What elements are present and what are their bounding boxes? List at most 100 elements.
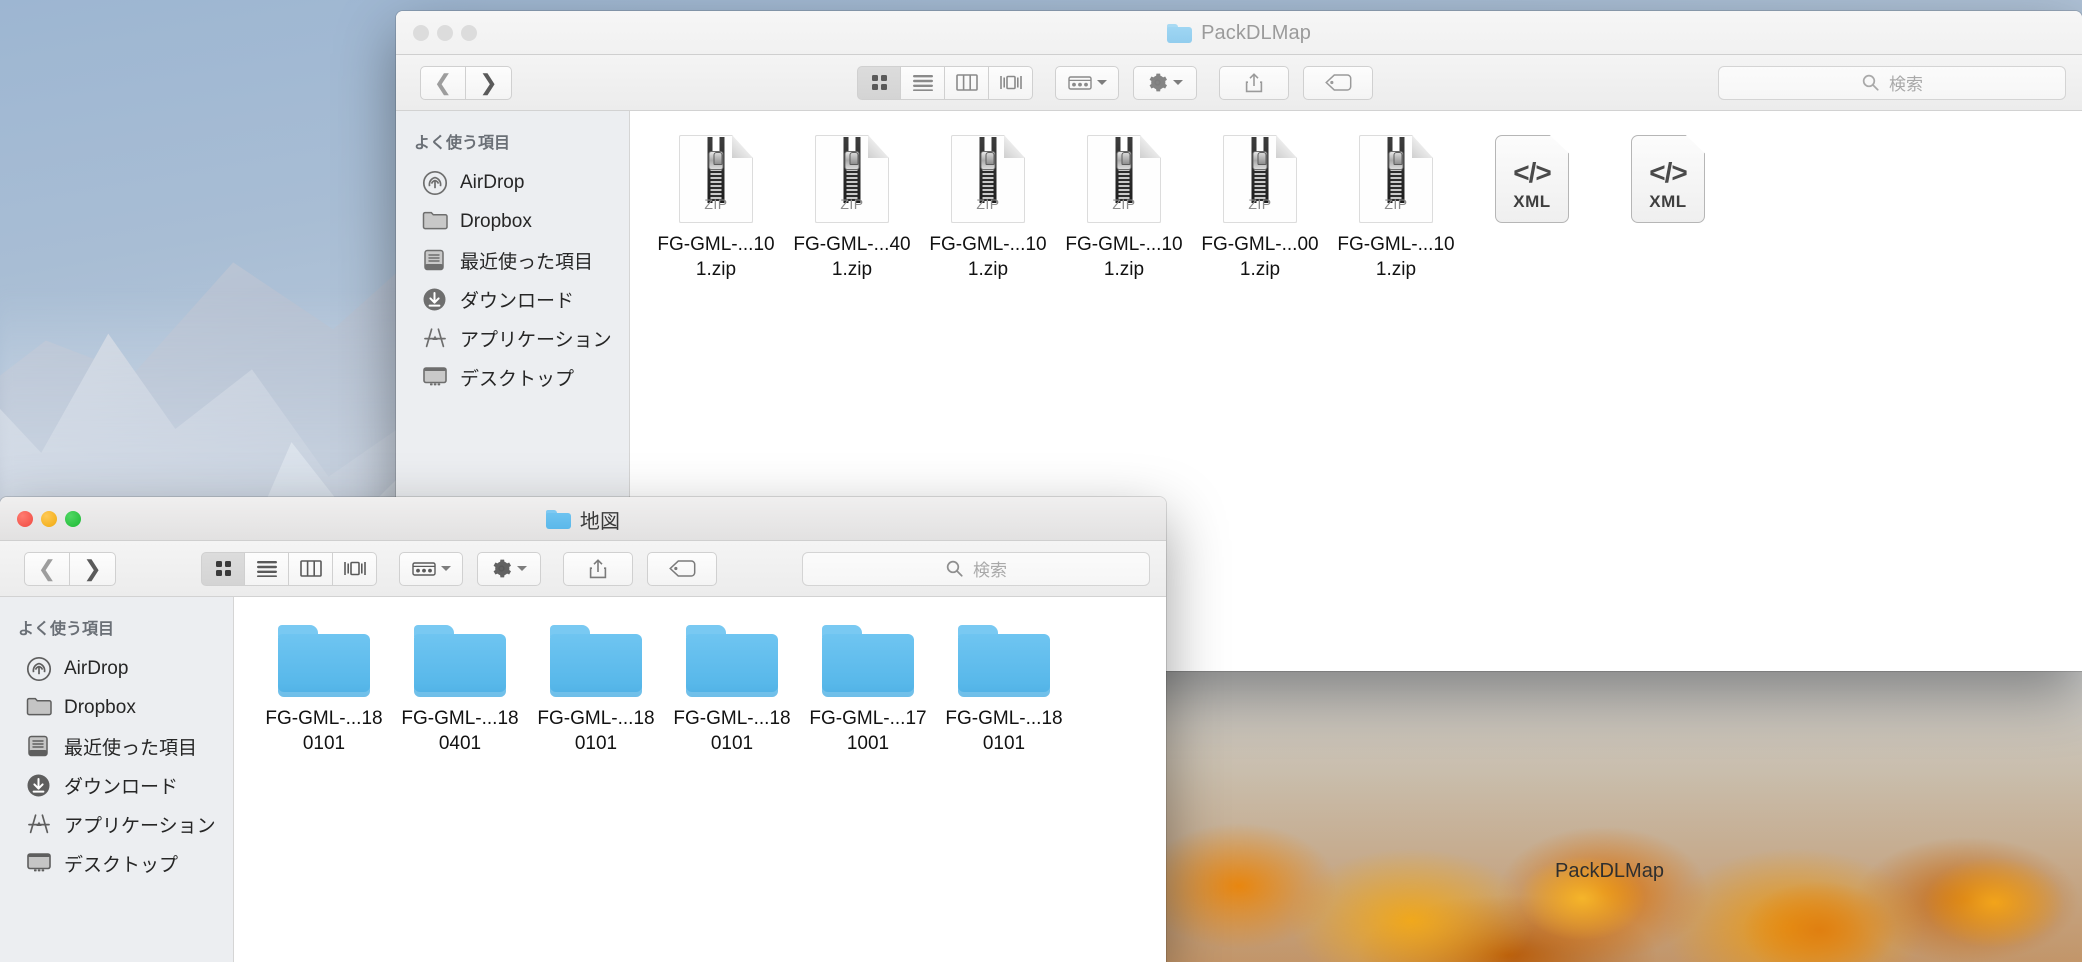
file-name-label: FG-GML-...401.zip bbox=[793, 234, 911, 281]
desktop-icon bbox=[26, 851, 52, 877]
desktop-icon bbox=[422, 365, 448, 391]
view-mode-segmented-control-front[interactable] bbox=[201, 551, 377, 586]
file-item[interactable]: ZIP FG-GML-...401.zip bbox=[784, 135, 920, 282]
desktop-item-label: PackDLMap bbox=[1555, 860, 1664, 882]
sidebar-item-desktop[interactable]: デスクトップ bbox=[396, 358, 629, 397]
sidebar-item-label: AirDrop bbox=[460, 171, 525, 193]
sidebar-item-airdrop[interactable]: AirDrop bbox=[396, 163, 629, 202]
zip-file-icon: ZIP bbox=[951, 135, 1025, 223]
view-mode-segmented-control-back[interactable] bbox=[857, 65, 1033, 100]
column-view-button[interactable] bbox=[289, 551, 333, 586]
sidebar-item-applications[interactable]: アプリケーション bbox=[396, 319, 629, 358]
folder-icon bbox=[550, 625, 642, 697]
folder-item[interactable]: FG-GML-...171001 bbox=[800, 625, 936, 756]
sidebar-item-label: 最近使った項目 bbox=[64, 738, 198, 759]
finder-window-chizu[interactable]: 地図 ❮ ❯ 検索 よく使う項目 AirDrop Dropbox 最近使った項目… bbox=[0, 497, 1166, 962]
file-item[interactable]: ZIP FG-GML-...001.zip bbox=[1192, 135, 1328, 282]
column-view-button[interactable] bbox=[945, 65, 989, 100]
airdrop-icon bbox=[26, 656, 52, 682]
share-button[interactable] bbox=[1219, 65, 1289, 100]
folder-item[interactable]: FG-GML-...180101 bbox=[256, 625, 392, 756]
sidebar-item-recents[interactable]: 最近使った項目 bbox=[0, 727, 233, 766]
list-view-button[interactable] bbox=[245, 551, 289, 586]
sidebar-item-downloads[interactable]: ダウンロード bbox=[0, 766, 233, 805]
chevron-down-icon bbox=[1096, 80, 1107, 85]
sidebar-item-label: ダウンロード bbox=[460, 291, 575, 312]
applications-icon bbox=[422, 326, 448, 352]
sidebar-item-dropbox[interactable]: Dropbox bbox=[396, 202, 629, 241]
forward-button[interactable]: ❯ bbox=[466, 65, 512, 100]
share-button[interactable] bbox=[563, 551, 633, 586]
coverflow-view-button[interactable] bbox=[333, 551, 377, 586]
zip-file-icon: ZIP bbox=[1359, 135, 1433, 223]
sidebar-item-desktop[interactable]: デスクトップ bbox=[0, 844, 233, 883]
action-menu-button[interactable] bbox=[1133, 65, 1197, 100]
sidebar-item-recents[interactable]: 最近使った項目 bbox=[396, 241, 629, 280]
sidebar-item-label: デスクトップ bbox=[460, 369, 575, 390]
titlebar-back[interactable]: PackDLMap bbox=[396, 11, 2082, 55]
sidebar-item-label: AirDrop bbox=[64, 657, 129, 679]
search-icon bbox=[1862, 74, 1879, 91]
search-placeholder: 検索 bbox=[1889, 75, 1923, 94]
folder-item[interactable]: FG-GML-...180401 bbox=[392, 625, 528, 756]
titlebar-front[interactable]: 地図 bbox=[0, 497, 1166, 541]
sidebar-item-applications[interactable]: アプリケーション bbox=[0, 805, 233, 844]
back-button[interactable]: ❮ bbox=[24, 551, 70, 586]
navigation-group-front[interactable]: ❮ ❯ bbox=[24, 551, 116, 586]
sidebar-item-label: アプリケーション bbox=[64, 816, 216, 837]
window-title-back: PackDLMap bbox=[396, 11, 2082, 55]
recents-icon bbox=[422, 248, 448, 274]
file-item[interactable]: ZIP FG-GML-...101.zip bbox=[1056, 135, 1192, 282]
code-glyph: </> bbox=[1513, 157, 1551, 188]
chevron-down-icon bbox=[440, 566, 451, 571]
tag-button[interactable] bbox=[647, 551, 717, 586]
icon-view-button[interactable] bbox=[857, 65, 901, 100]
folder-name-label: FG-GML-...180101 bbox=[265, 708, 383, 755]
window-title-front: 地図 bbox=[0, 497, 1166, 541]
file-item[interactable]: </> XML bbox=[1464, 135, 1600, 282]
sidebar-item-airdrop[interactable]: AirDrop bbox=[0, 649, 233, 688]
navigation-group-back[interactable]: ❮ ❯ bbox=[420, 65, 512, 100]
arrange-menu-button[interactable] bbox=[399, 551, 463, 586]
wallpaper-foliage-highlight bbox=[1457, 750, 2082, 962]
zip-file-icon: ZIP bbox=[679, 135, 753, 223]
toolbar-front[interactable]: ❮ ❯ 検索 bbox=[0, 541, 1166, 597]
folder-name-label: FG-GML-...171001 bbox=[809, 708, 927, 755]
search-icon bbox=[946, 560, 963, 577]
file-item[interactable]: ZIP FG-GML-...101.zip bbox=[1328, 135, 1464, 282]
zip-file-icon: ZIP bbox=[815, 135, 889, 223]
search-field-front[interactable]: 検索 bbox=[802, 551, 1150, 586]
folder-icon bbox=[822, 625, 914, 697]
icon-view-button[interactable] bbox=[201, 551, 245, 586]
file-item[interactable]: ZIP FG-GML-...101.zip bbox=[648, 135, 784, 282]
folder-icon bbox=[278, 625, 370, 697]
window-body-front: よく使う項目 AirDrop Dropbox 最近使った項目 ダウンロード アプ… bbox=[0, 597, 1166, 962]
airdrop-icon bbox=[422, 170, 448, 196]
toolbar-back[interactable]: ❮ ❯ 検索 bbox=[396, 55, 2082, 111]
coverflow-view-button[interactable] bbox=[989, 65, 1033, 100]
tag-button[interactable] bbox=[1303, 65, 1373, 100]
sidebar-front[interactable]: よく使う項目 AirDrop Dropbox 最近使った項目 ダウンロード アプ… bbox=[0, 597, 234, 962]
folder-icon bbox=[422, 209, 448, 235]
list-view-button[interactable] bbox=[901, 65, 945, 100]
xml-file-icon: </> XML bbox=[1495, 135, 1569, 223]
downloads-icon bbox=[26, 773, 52, 799]
sidebar-item-dropbox[interactable]: Dropbox bbox=[0, 688, 233, 727]
action-menu-button[interactable] bbox=[477, 551, 541, 586]
folder-name-label: FG-GML-...180101 bbox=[537, 708, 655, 755]
folder-item[interactable]: FG-GML-...180101 bbox=[936, 625, 1072, 756]
file-grid-front[interactable]: FG-GML-...180101 FG-GML-...180401 FG-GML… bbox=[234, 597, 1166, 962]
back-button[interactable]: ❮ bbox=[420, 65, 466, 100]
folder-item[interactable]: FG-GML-...180101 bbox=[664, 625, 800, 756]
sidebar-item-downloads[interactable]: ダウンロード bbox=[396, 280, 629, 319]
file-item[interactable]: </> XML bbox=[1600, 135, 1736, 282]
window-title-text: 地図 bbox=[579, 510, 621, 533]
search-field-back[interactable]: 検索 bbox=[1718, 65, 2066, 100]
forward-button[interactable]: ❯ bbox=[70, 551, 116, 586]
folder-name-label: FG-GML-...180101 bbox=[945, 708, 1063, 755]
arrange-menu-button[interactable] bbox=[1055, 65, 1119, 100]
file-kind-label: ZIP bbox=[1112, 196, 1136, 212]
folder-item[interactable]: FG-GML-...180101 bbox=[528, 625, 664, 756]
file-item[interactable]: ZIP FG-GML-...101.zip bbox=[920, 135, 1056, 282]
sidebar-item-label: Dropbox bbox=[64, 696, 136, 718]
